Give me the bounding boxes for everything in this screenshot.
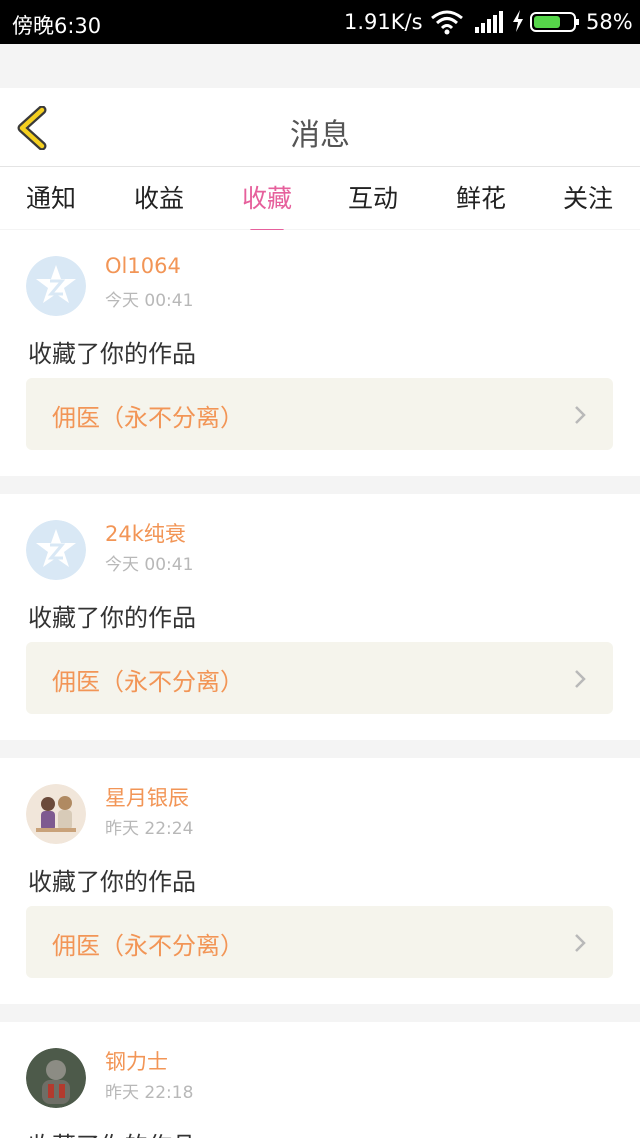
tab-favorites[interactable]: 收藏 xyxy=(227,179,307,232)
message-card: 24k纯衰 今天 00:41 收藏了你的作品 佣医（永不分离） xyxy=(0,494,640,740)
chevron-right-icon xyxy=(575,670,586,688)
page-title: 消息 xyxy=(290,118,350,153)
app-header: 消息 xyxy=(0,88,640,167)
tab-label: 关注 xyxy=(562,184,613,213)
message-card: 钢力士 昨天 22:18 收藏了你的作品 xyxy=(0,1022,640,1138)
work-link[interactable]: 佣医（永不分离） xyxy=(26,642,613,714)
tab-notifications[interactable]: 通知 xyxy=(11,179,91,215)
work-title: 佣医（永不分离） xyxy=(52,668,244,696)
action-text: 收藏了你的作品 xyxy=(28,604,196,632)
battery-icon xyxy=(530,12,579,32)
tab-label: 收藏 xyxy=(241,184,292,213)
tab-label: 鲜花 xyxy=(455,184,506,213)
username[interactable]: 钢力士 xyxy=(105,1046,168,1076)
qzone-default-avatar[interactable] xyxy=(26,520,86,580)
action-text: 收藏了你的作品 xyxy=(28,1126,196,1138)
battery-percent: 58% xyxy=(586,10,633,34)
message-card: 星月银辰 昨天 22:24 收藏了你的作品 佣医（永不分离） xyxy=(0,758,640,1004)
chevron-right-icon xyxy=(575,934,586,952)
timestamp: 昨天 22:18 xyxy=(105,1083,194,1103)
tab-earnings[interactable]: 收益 xyxy=(119,179,199,215)
work-title: 佣医（永不分离） xyxy=(52,932,244,960)
tab-flowers[interactable]: 鲜花 xyxy=(441,179,521,215)
tab-label: 互动 xyxy=(347,184,398,213)
charging-icon xyxy=(513,10,523,32)
qzone-default-avatar[interactable] xyxy=(26,256,86,316)
illustration-avatar[interactable] xyxy=(26,784,86,844)
timestamp: 今天 00:41 xyxy=(105,291,194,311)
wifi-icon xyxy=(431,10,463,35)
username[interactable]: Ol1064 xyxy=(105,254,181,278)
timestamp: 今天 00:41 xyxy=(105,555,194,575)
action-text: 收藏了你的作品 xyxy=(28,340,196,368)
photo-avatar[interactable] xyxy=(26,1048,86,1108)
username[interactable]: 星月银辰 xyxy=(105,782,189,812)
tab-bar: 通知 收益 收藏 互动 鲜花 关注 xyxy=(0,167,640,232)
work-title: 佣医（永不分离） xyxy=(52,404,244,432)
tab-label: 收益 xyxy=(133,184,184,213)
signal-icon xyxy=(475,11,503,33)
network-speed: 1.91K/s xyxy=(344,10,423,34)
timestamp: 昨天 22:24 xyxy=(105,819,194,839)
action-text: 收藏了你的作品 xyxy=(28,868,196,896)
tab-following[interactable]: 关注 xyxy=(548,179,628,215)
tab-interactions[interactable]: 互动 xyxy=(333,179,413,215)
chevron-right-icon xyxy=(575,406,586,424)
status-time: 傍晚6:30 xyxy=(12,14,102,38)
username[interactable]: 24k纯衰 xyxy=(105,518,186,548)
work-link[interactable]: 佣医（永不分离） xyxy=(26,378,613,450)
tab-label: 通知 xyxy=(25,184,76,213)
work-link[interactable]: 佣医（永不分离） xyxy=(26,906,613,978)
message-card: Ol1064 今天 00:41 收藏了你的作品 佣医（永不分离） xyxy=(0,230,640,476)
status-bar: 傍晚6:30 1.91K/s 58% xyxy=(0,0,640,44)
